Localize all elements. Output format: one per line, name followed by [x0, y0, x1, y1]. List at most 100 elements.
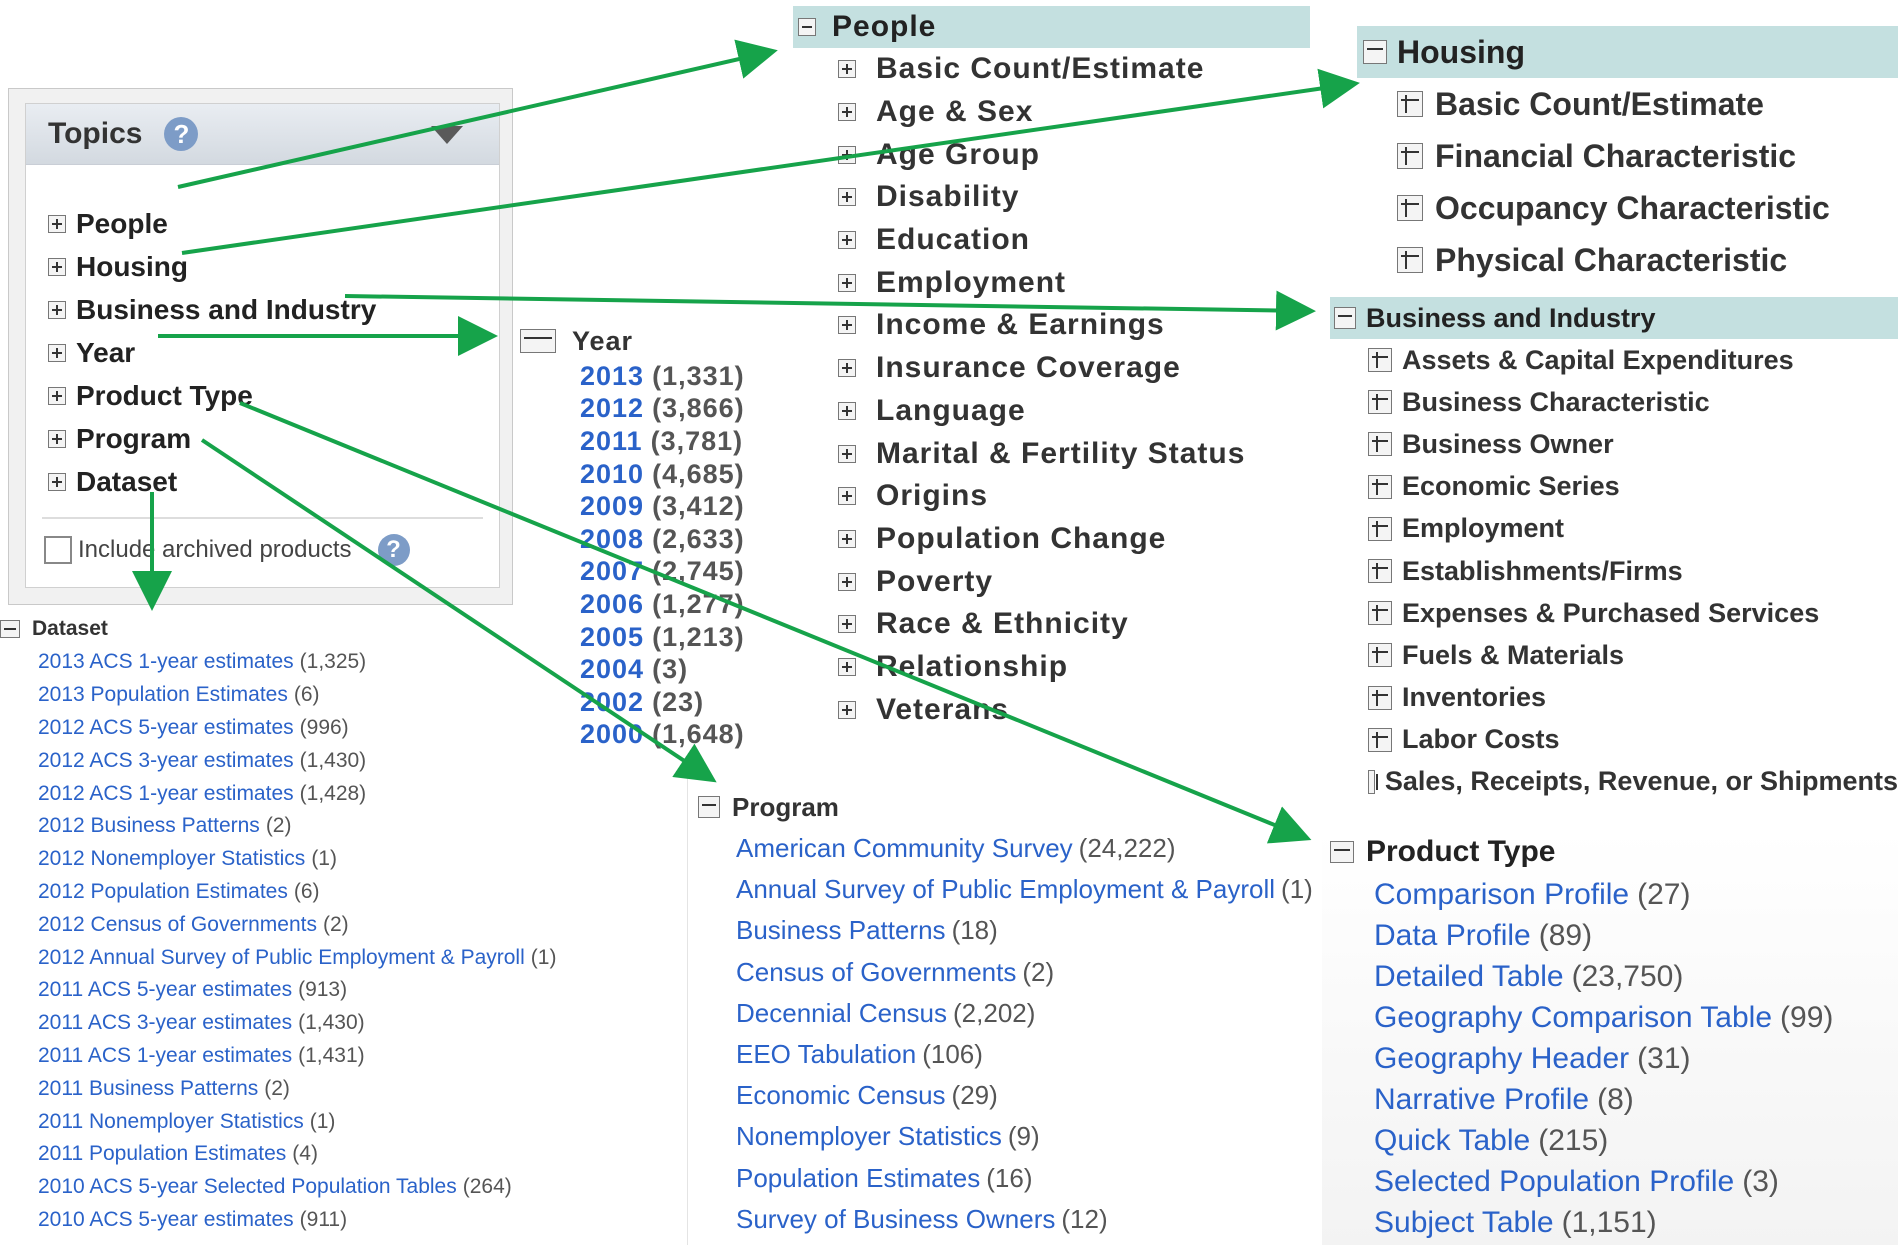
item-link[interactable]: Geography Comparison Table: [1374, 1001, 1772, 1035]
item-link[interactable]: 2013 ACS 1-year estimates: [38, 650, 294, 674]
topic-item-year[interactable]: Year: [48, 337, 135, 369]
housing-header[interactable]: Housing: [1357, 26, 1898, 78]
item-link[interactable]: Nonemployer Statistics: [736, 1121, 1002, 1152]
item-link[interactable]: 2011: [580, 426, 643, 457]
item-link[interactable]: 2012 Business Patterns: [38, 814, 260, 838]
business-header[interactable]: Business and Industry: [1330, 297, 1898, 339]
list-item[interactable]: Race & Ethnicity: [793, 603, 1310, 646]
item-link[interactable]: 2012 Census of Governments: [38, 913, 317, 937]
topics-header[interactable]: Topics ?: [26, 104, 499, 165]
question-icon[interactable]: ?: [164, 117, 199, 151]
list-item[interactable]: Fuels & Materials: [1330, 634, 1898, 676]
expand-icon[interactable]: [1397, 195, 1423, 221]
item-link[interactable]: 2009: [580, 491, 644, 522]
item-link[interactable]: 2010: [580, 459, 644, 490]
item-link[interactable]: Annual Survey of Public Employment & Pay…: [736, 874, 1275, 905]
expand-icon[interactable]: [1397, 247, 1423, 273]
item-link[interactable]: 2011 ACS 3-year estimates: [38, 1011, 292, 1035]
item-link[interactable]: 2012 Nonemployer Statistics: [38, 847, 305, 871]
collapse-icon[interactable]: [0, 620, 20, 638]
item-link[interactable]: Economic Census: [736, 1080, 946, 1111]
expand-icon[interactable]: [1368, 348, 1392, 373]
list-item[interactable]: Assets & Capital Expenditures: [1330, 339, 1898, 381]
item-link[interactable]: Geography Header: [1374, 1042, 1629, 1076]
expand-icon[interactable]: [838, 572, 856, 591]
item-link[interactable]: 2012 ACS 5-year estimates: [38, 716, 294, 740]
include-archived-toggle[interactable]: Include archived products ?: [44, 534, 410, 566]
expand-icon[interactable]: [838, 145, 856, 164]
item-link[interactable]: 2012 ACS 1-year estimates: [38, 782, 294, 806]
item-link[interactable]: 2011 ACS 1-year estimates: [38, 1044, 292, 1068]
item-link[interactable]: 2011 Business Patterns: [38, 1077, 258, 1101]
item-link[interactable]: Population Estimates: [736, 1163, 980, 1194]
question-icon[interactable]: ?: [377, 534, 410, 566]
list-item[interactable]: Employment: [793, 261, 1310, 304]
list-item[interactable]: Business Owner: [1330, 423, 1898, 465]
list-item[interactable]: Veterans: [793, 688, 1310, 731]
list-item[interactable]: Physical Characteristic: [1357, 234, 1898, 286]
list-item[interactable]: Occupancy Characteristic: [1357, 182, 1898, 234]
expand-icon[interactable]: [838, 359, 856, 378]
item-link[interactable]: Subject Table: [1374, 1206, 1554, 1240]
collapse-icon[interactable]: [1330, 841, 1354, 863]
list-item[interactable]: Basic Count/Estimate: [1357, 78, 1898, 130]
item-link[interactable]: EEO Tabulation: [736, 1039, 916, 1070]
item-link[interactable]: 2011 Population Estimates: [38, 1142, 286, 1166]
list-item[interactable]: Income & Earnings: [793, 304, 1310, 347]
expand-icon[interactable]: [1368, 516, 1392, 541]
item-link[interactable]: 2011 ACS 5-year estimates: [38, 978, 292, 1002]
expand-icon[interactable]: [48, 215, 66, 233]
item-link[interactable]: 2012 Population Estimates: [38, 880, 288, 904]
expand-icon[interactable]: [1368, 559, 1392, 584]
expand-icon[interactable]: [48, 258, 66, 276]
topic-item-business[interactable]: Business and Industry: [48, 294, 376, 326]
collapse-icon[interactable]: [1334, 307, 1356, 329]
expand-icon[interactable]: [1368, 685, 1392, 710]
topic-item-product-type[interactable]: Product Type: [48, 380, 253, 412]
expand-icon[interactable]: [838, 487, 856, 506]
list-item[interactable]: Employment: [1330, 508, 1898, 550]
item-link[interactable]: 2012: [580, 393, 644, 424]
collapse-icon[interactable]: [698, 796, 720, 818]
expand-icon[interactable]: [838, 700, 856, 719]
expand-icon[interactable]: [1368, 432, 1392, 457]
dataset-header[interactable]: Dataset: [0, 612, 640, 646]
list-item[interactable]: Age & Sex: [793, 91, 1310, 134]
topic-item-program[interactable]: Program: [48, 423, 191, 455]
program-header[interactable]: Program: [688, 786, 1238, 828]
item-link[interactable]: Detailed Table: [1374, 960, 1564, 994]
list-item[interactable]: Age Group: [793, 133, 1310, 176]
expand-icon[interactable]: [838, 316, 856, 335]
expand-icon[interactable]: [1397, 143, 1423, 169]
expand-icon[interactable]: [838, 273, 856, 292]
list-item[interactable]: Establishments/Firms: [1330, 550, 1898, 592]
item-link[interactable]: Business Patterns: [736, 915, 946, 946]
expand-icon[interactable]: [838, 188, 856, 207]
topic-item-people[interactable]: People: [48, 208, 168, 240]
expand-icon[interactable]: [838, 401, 856, 420]
list-item[interactable]: Insurance Coverage: [793, 347, 1310, 390]
expand-icon[interactable]: [1368, 769, 1378, 794]
expand-icon[interactable]: [838, 444, 856, 463]
expand-icon[interactable]: [1397, 91, 1423, 117]
list-item[interactable]: Labor Costs: [1330, 719, 1898, 761]
collapse-icon[interactable]: [1363, 40, 1387, 64]
list-item[interactable]: Disability: [793, 176, 1310, 219]
item-link[interactable]: 2012 ACS 3-year estimates: [38, 749, 294, 773]
expand-icon[interactable]: [838, 103, 856, 122]
item-link[interactable]: 2011 Nonemployer Statistics: [38, 1110, 304, 1134]
list-item[interactable]: Expenses & Purchased Services: [1330, 592, 1898, 634]
item-link[interactable]: Quick Table: [1374, 1124, 1530, 1158]
item-link[interactable]: Comparison Profile: [1374, 878, 1629, 912]
item-link[interactable]: Census of Governments: [736, 957, 1016, 988]
list-item[interactable]: Business Characteristic: [1330, 381, 1898, 423]
list-item[interactable]: Origins: [793, 475, 1310, 518]
item-link[interactable]: Narrative Profile: [1374, 1083, 1589, 1117]
list-item[interactable]: Economic Series: [1330, 466, 1898, 508]
item-link[interactable]: 2010 ACS 5-year Selected Population Tabl…: [38, 1175, 457, 1199]
item-link[interactable]: American Community Survey: [736, 833, 1073, 864]
expand-icon[interactable]: [838, 657, 856, 676]
expand-icon[interactable]: [1368, 474, 1392, 499]
list-item[interactable]: Language: [793, 390, 1310, 433]
topic-item-housing[interactable]: Housing: [48, 251, 188, 283]
